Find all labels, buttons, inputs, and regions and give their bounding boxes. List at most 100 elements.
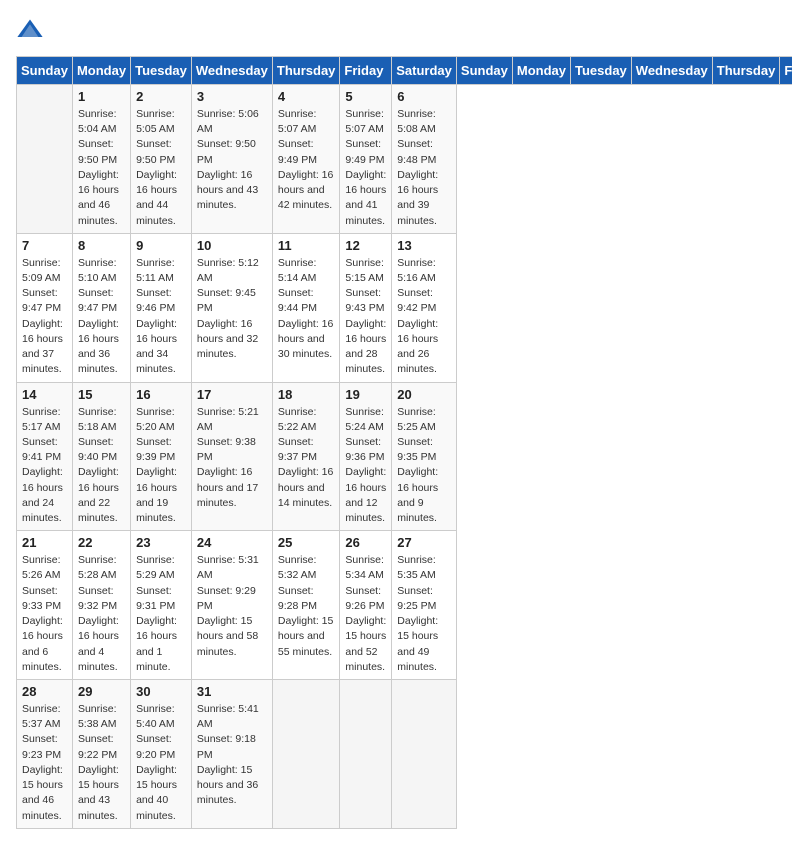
day-info: Sunrise: 5:07 AMSunset: 9:49 PMDaylight:… <box>345 107 386 229</box>
day-info: Sunrise: 5:16 AMSunset: 9:42 PMDaylight:… <box>397 256 451 378</box>
day-info: Sunrise: 5:09 AMSunset: 9:47 PMDaylight:… <box>22 256 67 378</box>
day-number: 9 <box>136 238 186 253</box>
day-info: Sunrise: 5:38 AMSunset: 9:22 PMDaylight:… <box>78 702 125 824</box>
calendar-cell: 26 Sunrise: 5:34 AMSunset: 9:26 PMDayligh… <box>340 531 392 680</box>
day-number: 26 <box>345 535 386 550</box>
day-info: Sunrise: 5:26 AMSunset: 9:33 PMDaylight:… <box>22 553 67 675</box>
day-info: Sunrise: 5:10 AMSunset: 9:47 PMDaylight:… <box>78 256 125 378</box>
day-info: Sunrise: 5:04 AMSunset: 9:50 PMDaylight:… <box>78 107 125 229</box>
calendar-table: SundayMondayTuesdayWednesdayThursdayFrid… <box>16 56 792 829</box>
day-info: Sunrise: 5:29 AMSunset: 9:31 PMDaylight:… <box>136 553 186 675</box>
day-number: 25 <box>278 535 335 550</box>
day-number: 19 <box>345 387 386 402</box>
day-info: Sunrise: 5:15 AMSunset: 9:43 PMDaylight:… <box>345 256 386 378</box>
calendar-cell <box>17 85 73 234</box>
day-number: 11 <box>278 238 335 253</box>
day-number: 2 <box>136 89 186 104</box>
calendar-cell: 29 Sunrise: 5:38 AMSunset: 9:22 PMDayligh… <box>72 680 130 829</box>
column-header-tuesday: Tuesday <box>571 57 632 85</box>
day-info: Sunrise: 5:34 AMSunset: 9:26 PMDaylight:… <box>345 553 386 675</box>
day-info: Sunrise: 5:22 AMSunset: 9:37 PMDaylight:… <box>278 405 335 512</box>
day-info: Sunrise: 5:24 AMSunset: 9:36 PMDaylight:… <box>345 405 386 527</box>
day-number: 6 <box>397 89 451 104</box>
calendar-week-row: 1 Sunrise: 5:04 AMSunset: 9:50 PMDaylight… <box>17 85 792 234</box>
day-number: 29 <box>78 684 125 699</box>
calendar-cell: 24 Sunrise: 5:31 AMSunset: 9:29 PMDayligh… <box>191 531 272 680</box>
calendar-cell: 11 Sunrise: 5:14 AMSunset: 9:44 PMDayligh… <box>272 233 340 382</box>
day-info: Sunrise: 5:28 AMSunset: 9:32 PMDaylight:… <box>78 553 125 675</box>
calendar-week-row: 14 Sunrise: 5:17 AMSunset: 9:41 PMDayligh… <box>17 382 792 531</box>
day-info: Sunrise: 5:20 AMSunset: 9:39 PMDaylight:… <box>136 405 186 527</box>
column-header-monday: Monday <box>512 57 570 85</box>
day-number: 30 <box>136 684 186 699</box>
calendar-cell: 20 Sunrise: 5:25 AMSunset: 9:35 PMDayligh… <box>392 382 457 531</box>
calendar-cell: 4Sunrise: 5:07 AMSunset: 9:49 PMDaylight… <box>272 85 340 234</box>
day-info: Sunrise: 5:40 AMSunset: 9:20 PMDaylight:… <box>136 702 186 824</box>
calendar-cell: 6 Sunrise: 5:08 AMSunset: 9:48 PMDaylight… <box>392 85 457 234</box>
day-number: 17 <box>197 387 267 402</box>
day-number: 10 <box>197 238 267 253</box>
calendar-cell <box>272 680 340 829</box>
calendar-cell: 5Sunrise: 5:07 AMSunset: 9:49 PMDaylight… <box>340 85 392 234</box>
calendar-cell: 3Sunrise: 5:06 AMSunset: 9:50 PMDaylight… <box>191 85 272 234</box>
day-info: Sunrise: 5:25 AMSunset: 9:35 PMDaylight:… <box>397 405 451 527</box>
calendar-cell: 9Sunrise: 5:11 AMSunset: 9:46 PMDaylight… <box>131 233 192 382</box>
day-number: 15 <box>78 387 125 402</box>
calendar-cell: 17 Sunrise: 5:21 AMSunset: 9:38 PMDayligh… <box>191 382 272 531</box>
day-number: 13 <box>397 238 451 253</box>
calendar-cell: 23 Sunrise: 5:29 AMSunset: 9:31 PMDayligh… <box>131 531 192 680</box>
column-header-wednesday: Wednesday <box>631 57 712 85</box>
day-number: 12 <box>345 238 386 253</box>
calendar-cell: 30 Sunrise: 5:40 AMSunset: 9:20 PMDayligh… <box>131 680 192 829</box>
day-info: Sunrise: 5:41 AMSunset: 9:18 PMDaylight:… <box>197 702 267 809</box>
calendar-cell: 7 Sunrise: 5:09 AMSunset: 9:47 PMDaylight… <box>17 233 73 382</box>
column-header-friday: Friday <box>340 57 392 85</box>
day-info: Sunrise: 5:14 AMSunset: 9:44 PMDaylight:… <box>278 256 335 363</box>
calendar-cell: 12 Sunrise: 5:15 AMSunset: 9:43 PMDayligh… <box>340 233 392 382</box>
day-info: Sunrise: 5:35 AMSunset: 9:25 PMDaylight:… <box>397 553 451 675</box>
day-info: Sunrise: 5:32 AMSunset: 9:28 PMDaylight:… <box>278 553 335 660</box>
day-number: 14 <box>22 387 67 402</box>
day-number: 31 <box>197 684 267 699</box>
day-info: Sunrise: 5:17 AMSunset: 9:41 PMDaylight:… <box>22 405 67 527</box>
day-number: 16 <box>136 387 186 402</box>
day-number: 20 <box>397 387 451 402</box>
column-header-thursday: Thursday <box>272 57 340 85</box>
day-info: Sunrise: 5:21 AMSunset: 9:38 PMDaylight:… <box>197 405 267 512</box>
calendar-week-row: 7 Sunrise: 5:09 AMSunset: 9:47 PMDaylight… <box>17 233 792 382</box>
day-info: Sunrise: 5:08 AMSunset: 9:48 PMDaylight:… <box>397 107 451 229</box>
column-header-saturday: Saturday <box>392 57 457 85</box>
calendar-cell: 21 Sunrise: 5:26 AMSunset: 9:33 PMDayligh… <box>17 531 73 680</box>
calendar-cell <box>392 680 457 829</box>
calendar-cell: 15 Sunrise: 5:18 AMSunset: 9:40 PMDayligh… <box>72 382 130 531</box>
calendar-cell: 2Sunrise: 5:05 AMSunset: 9:50 PMDaylight… <box>131 85 192 234</box>
day-info: Sunrise: 5:07 AMSunset: 9:49 PMDaylight:… <box>278 107 335 214</box>
logo <box>16 16 48 44</box>
day-number: 1 <box>78 89 125 104</box>
calendar-cell: 25 Sunrise: 5:32 AMSunset: 9:28 PMDayligh… <box>272 531 340 680</box>
day-number: 24 <box>197 535 267 550</box>
calendar-cell: 19 Sunrise: 5:24 AMSunset: 9:36 PMDayligh… <box>340 382 392 531</box>
column-header-sunday: Sunday <box>17 57 73 85</box>
day-number: 22 <box>78 535 125 550</box>
day-number: 23 <box>136 535 186 550</box>
calendar-week-row: 28 Sunrise: 5:37 AMSunset: 9:23 PMDayligh… <box>17 680 792 829</box>
day-number: 21 <box>22 535 67 550</box>
calendar-cell <box>340 680 392 829</box>
calendar-cell: 14 Sunrise: 5:17 AMSunset: 9:41 PMDayligh… <box>17 382 73 531</box>
calendar-cell: 18Sunrise: 5:22 AMSunset: 9:37 PMDayligh… <box>272 382 340 531</box>
calendar-cell: 10Sunrise: 5:12 AMSunset: 9:45 PMDayligh… <box>191 233 272 382</box>
day-number: 7 <box>22 238 67 253</box>
column-header-wednesday: Wednesday <box>191 57 272 85</box>
day-info: Sunrise: 5:31 AMSunset: 9:29 PMDaylight:… <box>197 553 267 660</box>
day-info: Sunrise: 5:37 AMSunset: 9:23 PMDaylight:… <box>22 702 67 824</box>
day-number: 3 <box>197 89 267 104</box>
column-header-sunday: Sunday <box>456 57 512 85</box>
day-number: 27 <box>397 535 451 550</box>
calendar-cell: 13 Sunrise: 5:16 AMSunset: 9:42 PMDayligh… <box>392 233 457 382</box>
page-header <box>16 16 776 44</box>
day-info: Sunrise: 5:18 AMSunset: 9:40 PMDaylight:… <box>78 405 125 527</box>
logo-icon <box>16 16 44 44</box>
calendar-cell: 31 Sunrise: 5:41 AMSunset: 9:18 PMDayligh… <box>191 680 272 829</box>
day-number: 28 <box>22 684 67 699</box>
